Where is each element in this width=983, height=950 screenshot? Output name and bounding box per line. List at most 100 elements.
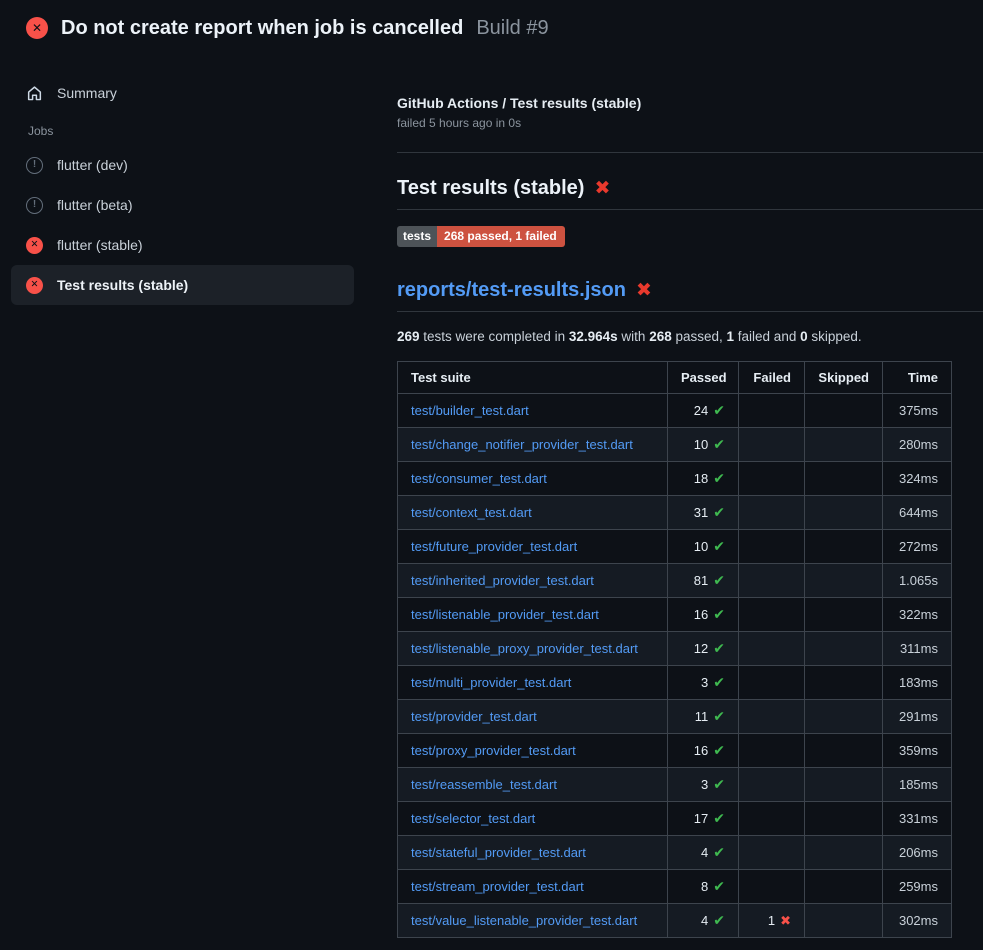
- test-suite-link[interactable]: test/provider_test.dart: [411, 709, 537, 724]
- test-suite-link[interactable]: test/stream_provider_test.dart: [411, 879, 584, 894]
- sidebar-job-flutter-beta[interactable]: ! flutter (beta): [11, 185, 354, 225]
- test-suite-link[interactable]: test/context_test.dart: [411, 505, 532, 520]
- test-suite-link[interactable]: test/future_provider_test.dart: [411, 539, 577, 554]
- time-cell: 291ms: [883, 700, 952, 734]
- skipped-cell: [805, 428, 883, 462]
- passed-cell: 16✔: [668, 598, 739, 632]
- failed-value: 1: [768, 913, 775, 928]
- badge-label: tests: [397, 226, 437, 247]
- failed-cell: [739, 564, 805, 598]
- test-suite-link[interactable]: test/listenable_proxy_provider_test.dart: [411, 641, 638, 656]
- suite-cell: test/builder_test.dart: [398, 394, 668, 428]
- passed-value: 31: [694, 505, 708, 520]
- test-suite-link[interactable]: test/value_listenable_provider_test.dart: [411, 913, 637, 928]
- skipped-cell: [805, 462, 883, 496]
- check-icon: ✔: [713, 470, 725, 486]
- skipped-cell: [805, 564, 883, 598]
- col-skipped: Skipped: [805, 362, 883, 394]
- time-cell: 280ms: [883, 428, 952, 462]
- suite-cell: test/context_test.dart: [398, 496, 668, 530]
- table-row: test/provider_test.dart 11✔ 291ms: [398, 700, 952, 734]
- table-row: test/listenable_proxy_provider_test.dart…: [398, 632, 952, 666]
- sidebar-item-summary[interactable]: Summary: [11, 73, 354, 113]
- table-row: test/context_test.dart 31✔ 644ms: [398, 496, 952, 530]
- failed-cross-icon: ✖: [636, 281, 652, 300]
- suite-cell: test/future_provider_test.dart: [398, 530, 668, 564]
- check-icon: ✔: [713, 708, 725, 724]
- time-cell: 359ms: [883, 734, 952, 768]
- suite-cell: test/reassemble_test.dart: [398, 768, 668, 802]
- run-header: ✕ Do not create report when job is cance…: [0, 0, 983, 56]
- check-icon: ✔: [713, 776, 725, 792]
- sidebar: Summary Jobs ! flutter (dev) ! flutter (…: [0, 56, 365, 305]
- time-cell: 206ms: [883, 836, 952, 870]
- suite-cell: test/consumer_test.dart: [398, 462, 668, 496]
- time-cell: 311ms: [883, 632, 952, 666]
- test-suite-link[interactable]: test/listenable_provider_test.dart: [411, 607, 599, 622]
- suite-cell: test/listenable_proxy_provider_test.dart: [398, 632, 668, 666]
- test-summary-line: 269 tests were completed in 32.964s with…: [397, 329, 983, 344]
- skipped-cell: [805, 632, 883, 666]
- passed-value: 4: [701, 913, 708, 928]
- failed-cell: [739, 836, 805, 870]
- test-suite-link[interactable]: test/proxy_provider_test.dart: [411, 743, 576, 758]
- failed-cell: [739, 802, 805, 836]
- passed-cell: 11✔: [668, 700, 739, 734]
- check-icon: ✔: [713, 606, 725, 622]
- time-cell: 375ms: [883, 394, 952, 428]
- test-suite-link[interactable]: test/builder_test.dart: [411, 403, 529, 418]
- passed-value: 12: [694, 641, 708, 656]
- test-suite-link[interactable]: test/change_notifier_provider_test.dart: [411, 437, 633, 452]
- failed-cell: [739, 496, 805, 530]
- table-row: test/stream_provider_test.dart 8✔ 259ms: [398, 870, 952, 904]
- failed-cell: 1✖: [739, 904, 805, 938]
- job-label: flutter (beta): [57, 197, 132, 213]
- check-icon: ✔: [713, 640, 725, 656]
- check-icon: ✔: [713, 504, 725, 520]
- test-results-table: Test suite Passed Failed Skipped Time te…: [397, 361, 952, 938]
- check-icon: ✔: [713, 742, 725, 758]
- skipped-cell: [805, 666, 883, 700]
- passed-cell: 10✔: [668, 530, 739, 564]
- passed-cell: 3✔: [668, 768, 739, 802]
- job-label: flutter (stable): [57, 237, 143, 253]
- job-label: Test results (stable): [57, 277, 188, 293]
- jobs-section-heading: Jobs: [0, 124, 365, 138]
- section-heading-text: Test results (stable): [397, 177, 584, 200]
- test-suite-link[interactable]: test/reassemble_test.dart: [411, 777, 557, 792]
- failed-cell: [739, 428, 805, 462]
- table-row: test/inherited_provider_test.dart 81✔ 1.…: [398, 564, 952, 598]
- skipped-cell: [805, 700, 883, 734]
- test-suite-link[interactable]: test/multi_provider_test.dart: [411, 675, 571, 690]
- divider: [397, 152, 983, 153]
- table-row: test/consumer_test.dart 18✔ 324ms: [398, 462, 952, 496]
- skipped-count: 0: [800, 329, 808, 344]
- failed-cell: [739, 666, 805, 700]
- report-file-link[interactable]: reports/test-results.json: [397, 279, 626, 302]
- run-failed-icon: ✕: [26, 17, 48, 39]
- failed-cell: [739, 632, 805, 666]
- check-icon: ✔: [713, 810, 725, 826]
- passed-cell: 16✔: [668, 734, 739, 768]
- failed-cell: [739, 462, 805, 496]
- failed-cell: [739, 870, 805, 904]
- test-suite-link[interactable]: test/inherited_provider_test.dart: [411, 573, 594, 588]
- sidebar-job-flutter-dev[interactable]: ! flutter (dev): [11, 145, 354, 185]
- passed-cell: 18✔: [668, 462, 739, 496]
- passed-cell: 4✔: [668, 836, 739, 870]
- table-row: test/listenable_provider_test.dart 16✔ 3…: [398, 598, 952, 632]
- skipped-cell: [805, 394, 883, 428]
- passed-cell: 12 ✔: [668, 632, 739, 666]
- time-cell: 331ms: [883, 802, 952, 836]
- test-suite-link[interactable]: test/stateful_provider_test.dart: [411, 845, 586, 860]
- sidebar-job-test-results-stable[interactable]: ✕ Test results (stable): [11, 265, 354, 305]
- time-cell: 302ms: [883, 904, 952, 938]
- passed-count: 268: [649, 329, 672, 344]
- summary-text: skipped.: [808, 329, 862, 344]
- test-suite-link[interactable]: test/consumer_test.dart: [411, 471, 547, 486]
- sidebar-job-flutter-stable[interactable]: ✕ flutter (stable): [11, 225, 354, 265]
- col-time: Time: [883, 362, 952, 394]
- test-suite-link[interactable]: test/selector_test.dart: [411, 811, 535, 826]
- job-label: flutter (dev): [57, 157, 128, 173]
- suite-cell: test/change_notifier_provider_test.dart: [398, 428, 668, 462]
